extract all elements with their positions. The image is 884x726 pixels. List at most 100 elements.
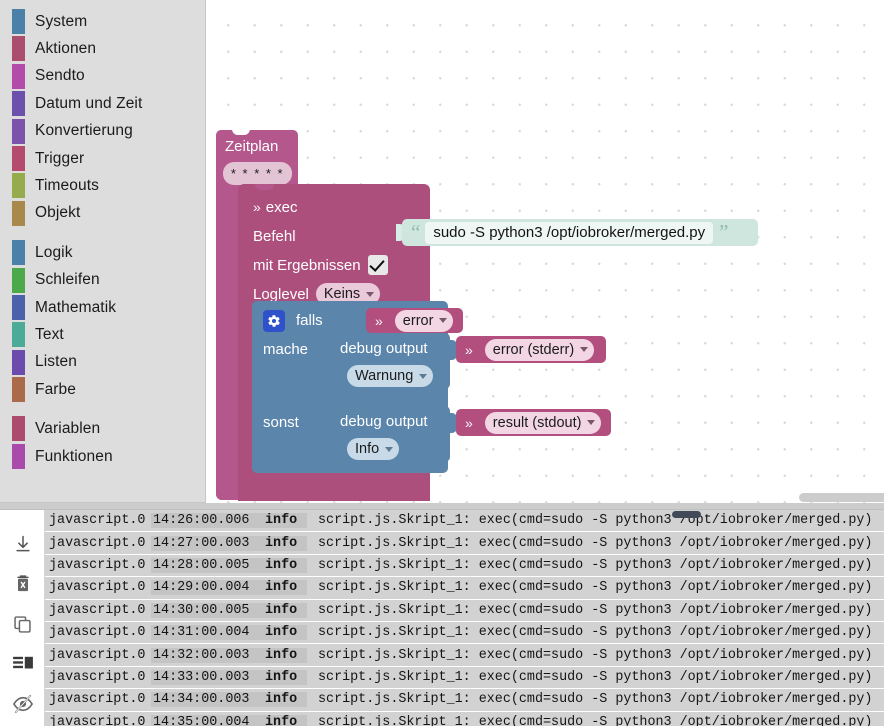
toolbox-category-logik[interactable]: Logik: [0, 239, 205, 266]
log-row[interactable]: javascript.0 14:27:00.003 info script.js.Sk…: [45, 532, 884, 554]
log-rows-container[interactable]: javascript.0 14:26:00.006 info script.js.Sk…: [45, 510, 884, 726]
toolbox-category-text[interactable]: Text: [0, 321, 205, 348]
debug-value-block-stdout[interactable]: » result (stdout): [456, 409, 611, 436]
category-color-swatch: [12, 443, 25, 469]
category-color-swatch: [12, 377, 25, 403]
delete-icon[interactable]: [0, 564, 45, 604]
with-results-checkbox[interactable]: [367, 255, 388, 275]
text-string-block[interactable]: “ sudo -S python3 /opt/iobroker/merged.p…: [402, 219, 758, 246]
log-source: javascript.0: [49, 513, 146, 529]
toolbox-category-timeouts[interactable]: Timeouts: [0, 172, 205, 199]
debug-level-dropdown[interactable]: Warnung: [347, 365, 434, 387]
block-notch: [255, 184, 274, 190]
log-message: script.js.Skript_1: exec(cmd=sudo -S pyt…: [318, 714, 873, 726]
category-label: Variablen: [35, 420, 101, 438]
log-row[interactable]: javascript.0 14:34:00.003 info script.js.Sk…: [45, 689, 884, 711]
log-row[interactable]: javascript.0 14:28:00.005 info script.js.Sk…: [45, 554, 884, 577]
scroll-to-bottom-icon[interactable]: [0, 524, 45, 564]
toolbox-category-variablen[interactable]: Variablen: [0, 415, 205, 442]
toolbox-category-sendto[interactable]: Sendto: [0, 63, 205, 90]
toolbox-category-funktionen[interactable]: Funktionen: [0, 443, 205, 470]
category-label: Farbe: [35, 380, 76, 398]
toolbox-category-datum-und-zeit[interactable]: Datum und Zeit: [0, 90, 205, 117]
debug-level-dropdown[interactable]: Info: [347, 438, 400, 460]
toolbox-group-separator: [0, 227, 205, 239]
condition-variable-dropdown[interactable]: error: [394, 309, 454, 332]
hide-icon[interactable]: [0, 684, 45, 724]
text-string-field[interactable]: sudo -S python3 /opt/iobroker/merged.py: [425, 221, 714, 244]
with-results-label: mit Ergebnissen: [253, 256, 361, 274]
editor-area: System Aktionen Sendto Datum und Zeit Konver…: [0, 0, 884, 509]
if-label: falls: [296, 312, 323, 329]
log-message: script.js.Skript_1: exec(cmd=sudo -S pyt…: [318, 580, 873, 596]
toolbox-category-mathematik[interactable]: Mathematik: [0, 294, 205, 321]
chevron-icon: »: [253, 199, 261, 215]
log-row[interactable]: javascript.0 14:29:00.004 info script.js.Sk…: [45, 577, 884, 599]
log-timestamp: 14:30:00.005: [151, 602, 259, 618]
log-severity: info: [259, 625, 307, 641]
log-severity: info: [259, 513, 307, 529]
toolbox-category-trigger[interactable]: Trigger: [0, 145, 205, 172]
stderr-variable-dropdown[interactable]: error (stderr): [484, 338, 595, 361]
debug-value-block-stderr[interactable]: » error (stderr): [456, 336, 606, 363]
log-severity: info: [259, 535, 307, 551]
category-color-swatch: [12, 36, 25, 62]
log-row[interactable]: javascript.0 14:31:00.004 info script.js.Sk…: [45, 621, 884, 644]
panel-resize-handle[interactable]: [672, 511, 701, 518]
log-row[interactable]: javascript.0 14:33:00.003 info script.js.Sk…: [45, 666, 884, 689]
log-source: javascript.0: [49, 602, 146, 618]
category-color-swatch: [12, 145, 25, 171]
log-timestamp: 14:35:00.004: [151, 714, 259, 726]
stdout-variable-dropdown[interactable]: result (stdout): [484, 411, 602, 434]
chevron-down-icon: [419, 373, 428, 379]
category-label: Objekt: [35, 204, 81, 222]
log-row[interactable]: javascript.0 14:30:00.005 info script.js.Sk…: [45, 599, 884, 621]
blockly-toolbox[interactable]: System Aktionen Sendto Datum und Zeit Konver…: [0, 0, 206, 503]
category-label: Trigger: [35, 149, 85, 167]
quote-close-icon: ”: [719, 220, 729, 244]
gear-icon[interactable]: [263, 310, 285, 332]
toolbox-category-schleifen[interactable]: Schleifen: [0, 267, 205, 294]
log-row[interactable]: javascript.0 14:35:00.004 info script.js.Sk…: [45, 711, 884, 726]
chevron-icon: »: [465, 414, 473, 431]
log-severity: info: [259, 580, 307, 596]
log-message: script.js.Skript_1: exec(cmd=sudo -S pyt…: [318, 625, 873, 641]
toolbox-category-system[interactable]: System: [0, 8, 205, 35]
category-label: Schleifen: [35, 271, 100, 289]
debug-output-block-if[interactable]: debug output Warnung: [330, 333, 457, 389]
blockly-workspace[interactable]: Zeitplan * * * * * » exec Befehl mit Erg…: [206, 0, 884, 503]
category-color-swatch: [12, 322, 25, 348]
toolbox-category-groups: System Aktionen Sendto Datum und Zeit Konver…: [0, 8, 205, 470]
log-message: script.js.Skript_1: exec(cmd=sudo -S pyt…: [318, 602, 873, 618]
log-source: javascript.0: [49, 557, 146, 573]
log-severity: info: [259, 647, 307, 663]
do-label: mache: [263, 341, 309, 358]
category-color-swatch: [12, 173, 25, 199]
toolbox-category-listen[interactable]: Listen: [0, 349, 205, 376]
copy-icon[interactable]: [0, 604, 45, 644]
toolbox-category-aktionen[interactable]: Aktionen: [0, 35, 205, 62]
if-condition-variable-block[interactable]: » error: [366, 308, 463, 333]
log-severity: info: [259, 557, 307, 573]
category-color-swatch: [12, 267, 25, 293]
loglevel-label: Loglevel: [253, 285, 309, 303]
chevron-down-icon: [385, 446, 394, 452]
exec-block-header: » exec: [253, 196, 297, 218]
debug-output-block-else[interactable]: debug output Info: [330, 406, 457, 462]
log-row[interactable]: javascript.0 14:26:00.006 info script.js.Sk…: [45, 510, 884, 532]
category-label: Datum und Zeit: [35, 94, 143, 112]
cron-field[interactable]: * * * * *: [223, 162, 292, 185]
toolbox-category-farbe[interactable]: Farbe: [0, 376, 205, 403]
log-source: javascript.0: [49, 535, 146, 551]
log-panel: javascript.0 14:26:00.006 info script.js.Sk…: [0, 510, 884, 726]
log-timestamp: 14:27:00.003: [151, 535, 259, 551]
layout-icon[interactable]: [0, 644, 45, 684]
workspace-horizontal-scrollbar[interactable]: [799, 493, 884, 502]
toolbox-category-konvertierung[interactable]: Konvertierung: [0, 118, 205, 145]
category-label: Aktionen: [35, 40, 97, 58]
log-message: script.js.Skript_1: exec(cmd=sudo -S pyt…: [318, 647, 873, 663]
log-source: javascript.0: [49, 580, 146, 596]
condition-variable-value: error: [402, 312, 434, 329]
toolbox-category-objekt[interactable]: Objekt: [0, 200, 205, 227]
log-row[interactable]: javascript.0 14:32:00.003 info script.js.Sk…: [45, 644, 884, 666]
